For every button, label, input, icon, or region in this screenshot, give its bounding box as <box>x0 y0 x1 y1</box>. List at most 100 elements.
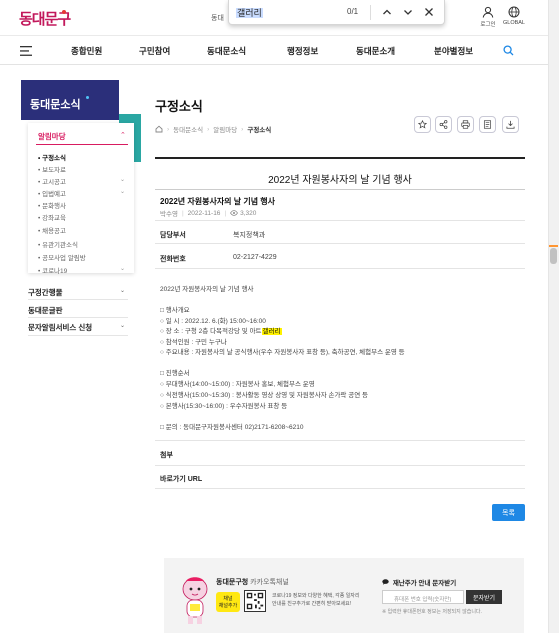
sidebar-menu-sms[interactable]: 문자알림서비스 신청 <box>28 322 128 333</box>
page-title: 구정소식 <box>155 99 203 114</box>
sidebar-subitem[interactable]: • 공모사업 알림방 <box>38 252 86 262</box>
shortcut-url-label: 바로가기 URL <box>160 476 203 483</box>
post-views: 3,320 <box>240 209 257 217</box>
kakao-description: 안내를 친구추가로 간편히 받아보세요! <box>272 601 352 607</box>
body-line-venue: ○ 장 소 : 구청 2층 다목적강당 및 아트갤러리 <box>160 325 282 335</box>
find-input[interactable]: 갤러리 <box>236 6 263 19</box>
divider <box>155 440 525 441</box>
breadcrumb-separator: › <box>167 125 170 133</box>
kakao-title-bold: 동대문구청 <box>216 579 249 586</box>
breadcrumb-item[interactable]: 알림마당 <box>213 124 237 134</box>
sidebar-title: 동대문소식 <box>21 80 119 120</box>
chevron-down-icon: ⌄ <box>120 266 126 272</box>
scrollbar-track[interactable] <box>548 0 559 633</box>
sidebar-subitem-label: 보도자료 <box>42 167 67 174</box>
chevron-down-icon: ⌄ <box>120 189 126 195</box>
kakao-add-channel-button[interactable]: 채널 채널추가 <box>216 592 240 612</box>
login-label: 로그인 <box>480 22 496 28</box>
sidebar-subitem-label: 강좌교육 <box>42 215 67 222</box>
download-icon <box>506 120 515 129</box>
scrollbar-thumb[interactable] <box>550 248 557 264</box>
sidebar-submenu-panel <box>28 123 134 273</box>
user-icon <box>482 6 494 18</box>
breadcrumb-separator: › <box>241 125 244 133</box>
find-match-count: 0/1 <box>347 7 359 16</box>
scrap-button[interactable] <box>479 116 496 133</box>
sidebar-subitem[interactable]: • 구정소식 <box>38 152 66 162</box>
find-highlight: 갤러리 <box>261 328 282 335</box>
hamburger-menu-icon[interactable] <box>20 46 32 56</box>
attachment-label: 첨부 <box>160 452 173 459</box>
favorite-button[interactable] <box>414 116 431 133</box>
main-nav: 종합민원 구민참여 동대문소식 행정정보 동대문소개 분야별정보 <box>0 37 559 65</box>
chevron-up-icon: ⌃ <box>120 132 126 139</box>
post-date: 2022-11-16 <box>187 209 221 217</box>
kakao-description: 코로나19 정보와 다양한 혜택, 각종 일자리 <box>272 593 360 599</box>
sidebar-subitem[interactable]: • 입법예고 <box>38 188 66 198</box>
sidebar-subitem[interactable]: • 코로나19 <box>38 265 67 275</box>
body-line: ○ 부대행사(14:00~15:00) : 자원봉사 홍보, 체험부스 운영 <box>160 381 315 388</box>
kakao-title-rest: 카카오톡채널 <box>248 579 289 586</box>
list-button[interactable]: 목록 <box>492 504 525 521</box>
find-next-icon[interactable] <box>401 5 415 19</box>
sms-subscribe-button[interactable]: 문자받기 <box>466 590 502 604</box>
login-button[interactable]: 로그인 <box>474 6 502 28</box>
mascot-illustration <box>182 577 208 624</box>
sidebar-category-underline <box>36 144 128 145</box>
find-previous-icon[interactable] <box>380 5 394 19</box>
divider <box>155 465 525 466</box>
nav-item-intro[interactable]: 동대문소개 <box>356 45 395 57</box>
sidebar-subitem[interactable]: • 채용공고 <box>38 225 66 235</box>
body-line: ○ 식전행사(15:00~15:30) : 봉사활동 영상 상영 및 자원봉사자… <box>160 392 368 399</box>
breadcrumb-current: 구정소식 <box>247 127 272 134</box>
share-button[interactable] <box>435 116 452 133</box>
body-line: ○ 참석인원 : 구민 누구나 <box>160 339 227 346</box>
body-contact: □ 문의 : 동대문구자원봉사센터 02)2171-6208~6210 <box>160 424 304 431</box>
sidebar-subitem[interactable]: • 유관기관소식 <box>38 239 78 249</box>
divider <box>28 317 128 318</box>
nav-item-news[interactable]: 동대문소식 <box>207 45 246 57</box>
dept-label: 담당부서 <box>160 232 186 239</box>
nav-item-admin[interactable]: 행정정보 <box>287 45 318 57</box>
eye-icon <box>230 210 239 216</box>
global-button[interactable]: GLOBAL <box>500 6 528 26</box>
sidebar-subitem[interactable]: • 강좌교육 <box>38 212 66 222</box>
star-icon <box>418 120 427 129</box>
phone-number-input[interactable]: 휴대폰 번호 입력(숫자만) <box>382 590 464 604</box>
sidebar-subitem-label: 채용공고 <box>42 228 67 235</box>
nav-item-fields[interactable]: 분야별정보 <box>434 45 473 57</box>
find-close-icon[interactable] <box>422 5 436 19</box>
sidebar-category[interactable]: 알림마당 <box>38 131 66 142</box>
find-match-marker <box>549 245 558 247</box>
chevron-down-icon: ⌄ <box>120 323 126 329</box>
meta-divider: | <box>224 209 227 217</box>
sidebar-menu-board[interactable]: 동대문글판 <box>28 305 128 316</box>
breadcrumb-item[interactable]: 동대문소식 <box>173 124 203 134</box>
divider <box>155 268 525 269</box>
sidebar-subitem-label: 입법예고 <box>42 191 67 198</box>
sidebar-menu-publication[interactable]: 구정간행물 <box>28 287 128 298</box>
print-button[interactable] <box>457 116 474 133</box>
body-section-title: □ 행사개요 <box>160 307 190 314</box>
find-query: 갤러리 <box>236 8 263 18</box>
body-section-title: □ 진행순서 <box>160 370 190 377</box>
home-icon[interactable] <box>155 125 163 133</box>
body-line: ○ 본행사(15:30~16:00) : 우수자원봉사 표창 등 <box>160 403 288 410</box>
sidebar-subitem[interactable]: • 고시공고 <box>38 176 66 186</box>
nav-item-participation[interactable]: 구민참여 <box>139 45 170 57</box>
body-intro: 2022년 자원봉사자의 날 기념 행사 <box>160 286 254 293</box>
sidebar-subitem[interactable]: • 보도자료 <box>38 164 66 174</box>
post-subtitle: 2022년 자원봉사자의 날 기념 행사 <box>160 197 276 206</box>
download-button[interactable] <box>502 116 519 133</box>
breadcrumb: › 동대문소식 › 알림마당 › 구정소식 <box>155 124 271 134</box>
qr-code-icon <box>244 590 266 612</box>
print-icon <box>461 120 470 129</box>
sidebar-subitem[interactable]: • 문화행사 <box>38 200 66 210</box>
sms-title-text: 재난주가 안내 문자받기 <box>392 580 457 587</box>
body-line: ○ 주요내용 : 자원봉사의 날 공식행사(우수 자원봉사자 표창 등), 축하… <box>160 349 405 356</box>
search-icon[interactable] <box>503 45 514 56</box>
nav-item-civil[interactable]: 종합민원 <box>71 45 102 57</box>
phone-label: 전화번호 <box>160 256 186 263</box>
sidebar-subitem-label: 유관기관소식 <box>42 242 78 249</box>
body-line: ○ 일 시 : 2022.12. 6.(화) 15:00~16:00 <box>160 318 266 325</box>
